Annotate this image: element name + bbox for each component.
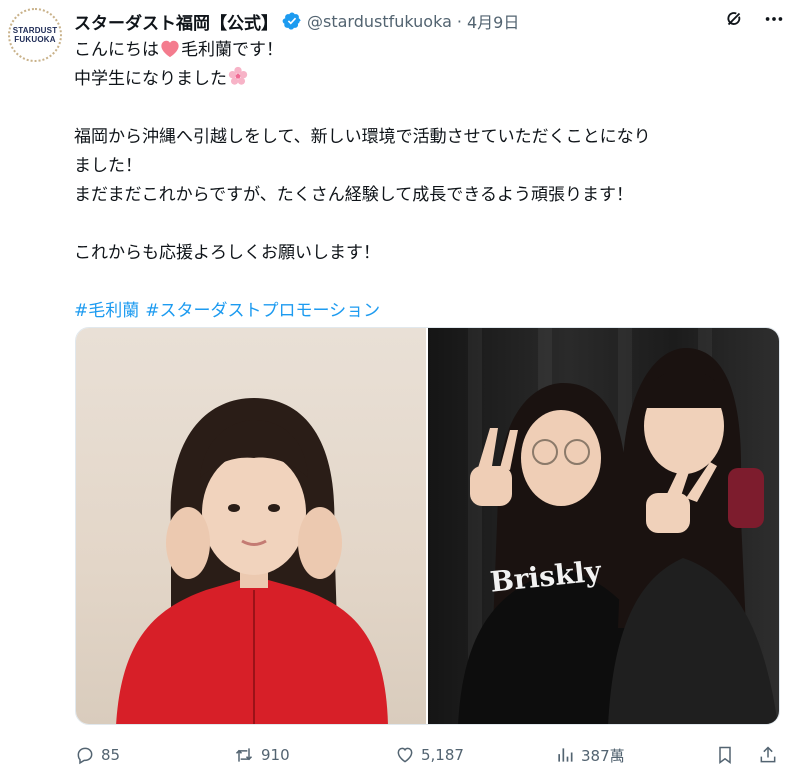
account-handle[interactable]: @stardustfukuoka xyxy=(307,12,452,31)
post-line-2: 中学生になりました xyxy=(74,65,784,94)
account-avatar[interactable]: STARDUST FUKUOKA xyxy=(8,8,62,62)
repost-icon xyxy=(235,748,253,762)
hashtag-1[interactable]: #毛利蘭 xyxy=(74,301,139,321)
more-icon[interactable] xyxy=(763,8,785,30)
display-name[interactable]: スターダスト福岡【公式】 xyxy=(74,9,278,34)
bookmark-icon xyxy=(719,746,731,764)
reply-button[interactable]: 85 xyxy=(75,745,120,765)
post-line-1a: こんにちは xyxy=(74,40,159,60)
bookmark-button[interactable] xyxy=(715,745,741,765)
cherry-blossom-emoji-icon xyxy=(227,65,249,97)
post-line-5: まだまだこれからですが、たくさん経験して成長できるよう頑張ります！ xyxy=(74,185,633,205)
post-date[interactable]: 4月9日 xyxy=(467,9,519,33)
action-bar: 85 910 5,187 387萬 xyxy=(75,738,785,772)
post-line-2-text: 中学生になりました xyxy=(74,69,227,89)
hashtags: #毛利蘭 #スターダストプロモーション xyxy=(74,297,784,326)
share-icon xyxy=(760,746,776,763)
views-icon xyxy=(558,748,573,762)
views-button[interactable]: 387萬 xyxy=(555,745,625,766)
post-line-1: こんにちは 毛利蘭です！ xyxy=(74,36,784,65)
like-icon xyxy=(397,747,413,763)
verified-badge-icon xyxy=(282,11,302,31)
media-grid: Briskly xyxy=(75,327,780,725)
heart-emoji-icon xyxy=(159,38,181,68)
post-text: こんにちは 毛利蘭です！ 中学生になりました 福岡から沖縄へ引越しをして、新しい環… xyxy=(74,36,784,326)
photo-left-illustration xyxy=(116,398,388,724)
avatar-logo-line-2: FUKUOKA xyxy=(14,35,56,44)
views-count: 387萬 xyxy=(581,746,625,765)
reply-icon xyxy=(77,747,93,765)
photo-right-illustration xyxy=(458,348,778,724)
repost-count: 910 xyxy=(261,746,290,764)
post-header: スターダスト福岡【公式】 @stardustfukuoka · 4月9日 xyxy=(74,6,785,36)
grok-icon[interactable] xyxy=(723,8,745,30)
share-button[interactable] xyxy=(758,745,784,765)
hashtag-2[interactable]: #スターダストプロモーション xyxy=(145,301,380,321)
separator: · xyxy=(456,11,462,31)
like-count: 5,187 xyxy=(421,746,464,764)
reply-count: 85 xyxy=(101,746,121,764)
photo-right[interactable]: Briskly xyxy=(428,328,779,724)
post-line-6: これからも応援よろしくお願いします！ xyxy=(74,243,380,263)
post-line-4: ました！ xyxy=(74,156,142,176)
like-button[interactable]: 5,187 xyxy=(395,745,464,765)
avatar-logo-line-1: STARDUST xyxy=(12,26,58,35)
repost-button[interactable]: 910 xyxy=(233,745,290,765)
photo-left[interactable] xyxy=(76,328,426,724)
header-actions xyxy=(723,8,785,30)
post-line-1b: 毛利蘭です！ xyxy=(181,40,283,60)
post-line-3: 福岡から沖縄へ引越しをして、新しい環境で活動させていただくことになり xyxy=(74,127,651,147)
